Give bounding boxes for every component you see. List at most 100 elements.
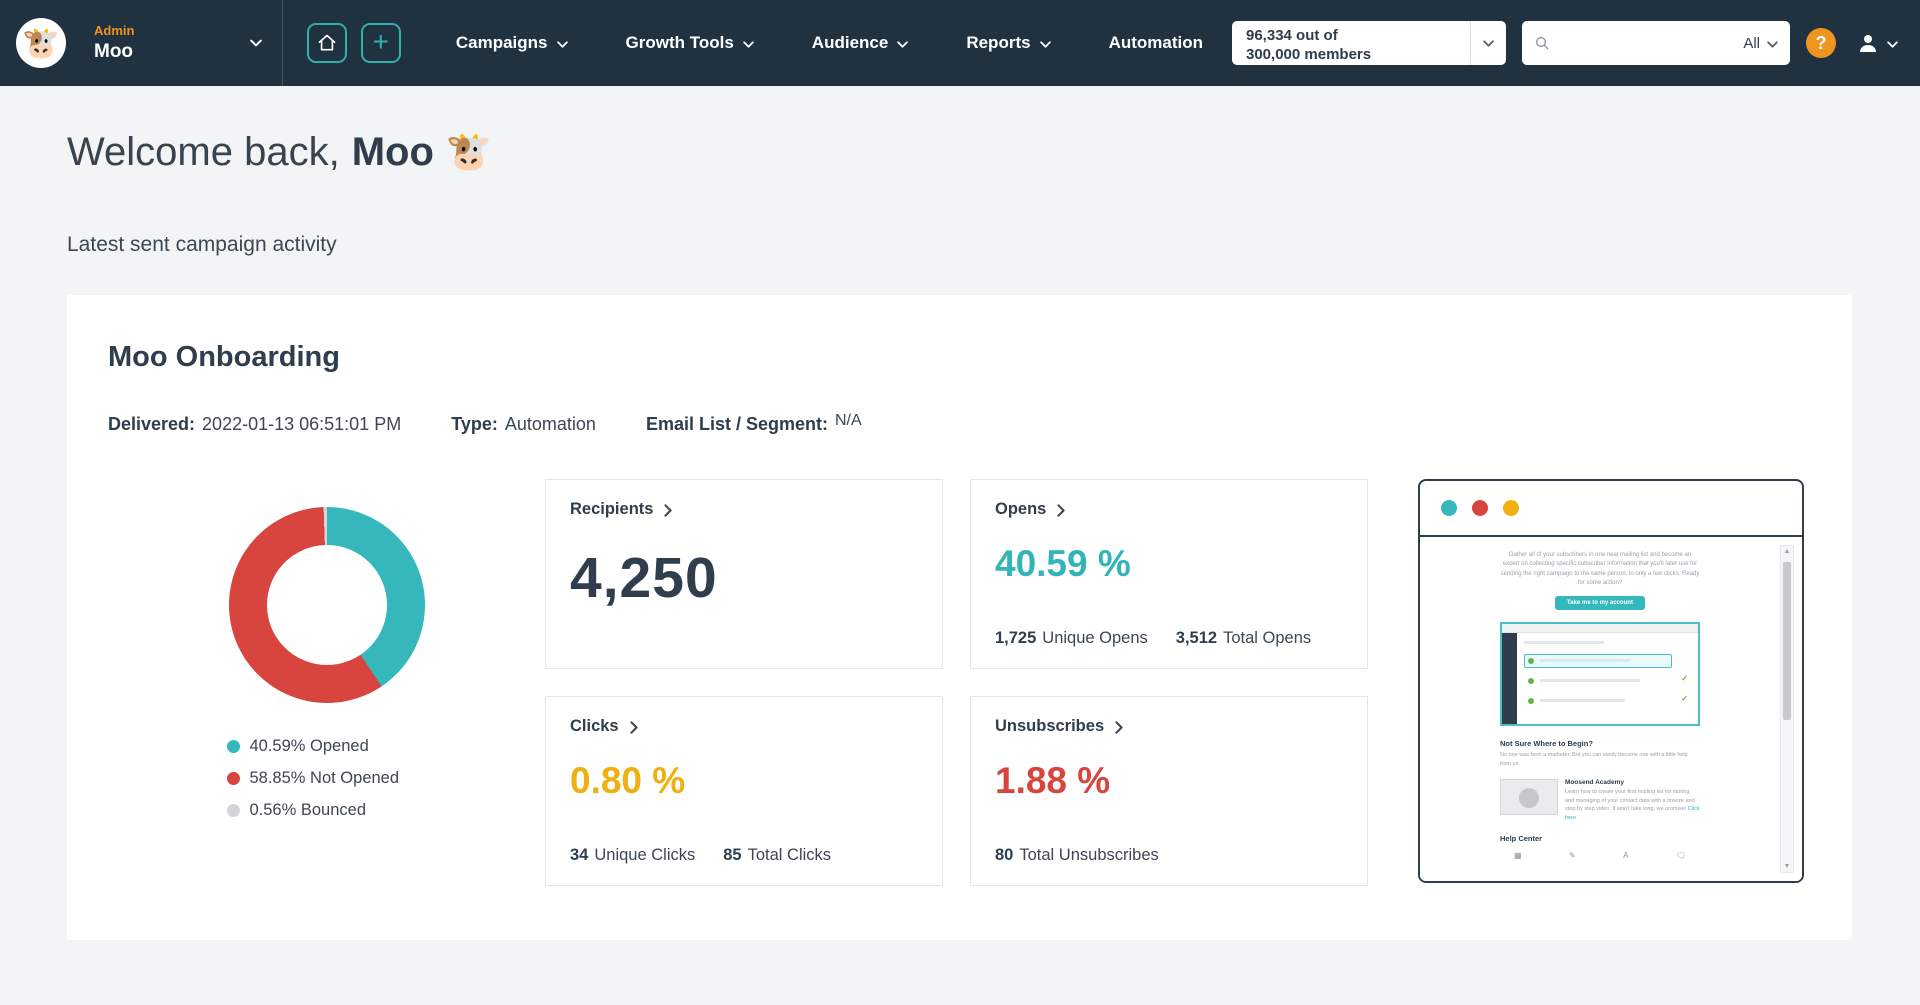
recipients-value: 4,250 [570, 546, 718, 610]
account-name: Moo [94, 41, 134, 62]
chat-icon: 🗨 [1675, 851, 1686, 861]
stats-grid: Recipients 4,250 Opens 40.59 % 1,725 Uniq… [545, 479, 1368, 886]
stat-label: Opens [995, 500, 1047, 518]
text-icon: A [1623, 851, 1629, 861]
profile-menu[interactable] [1856, 31, 1898, 55]
meta-type-label: Type: [451, 414, 498, 434]
scroll-up-icon[interactable]: ▲ [1784, 548, 1791, 555]
chevron-down-icon [1887, 40, 1898, 48]
unique-clicks-count: 34 [570, 846, 589, 864]
home-button[interactable] [306, 23, 347, 63]
clicks-link[interactable]: Clicks [570, 717, 638, 736]
email-section1-text: No one was born a marketer. But you can … [1500, 752, 1688, 767]
section-subtitle: Latest sent campaign activity [67, 233, 337, 256]
chevron-right-icon [629, 720, 638, 734]
unsubscribes-link[interactable]: Unsubscribes [995, 717, 1123, 736]
legend-label: 58.85% Not Opened [249, 769, 400, 787]
members-quota-dropdown[interactable]: 96,334 out of 300,000 members [1232, 21, 1506, 65]
total-unsubscribes-label: Total Unsubscribes [1019, 846, 1159, 864]
stat-label: Recipients [570, 500, 654, 518]
email-section2-text: Learn how to create your first mailing l… [1565, 789, 1695, 813]
search-scope-label: All [1743, 34, 1760, 52]
page-title: Welcome back, Moo 🐮 [67, 130, 1852, 175]
welcome-name: Moo [351, 130, 434, 174]
nav-item-reports[interactable]: Reports [937, 0, 1079, 86]
meta-delivered-value: 2022-01-13 06:51:01 PM [202, 414, 402, 434]
opens-rate-value: 40.59 % [995, 543, 1131, 584]
email-screenshot: ✓ ✓ [1500, 622, 1700, 727]
nav-item-label: Growth Tools [625, 33, 734, 52]
legend-label: 40.59% Opened [249, 737, 369, 755]
meta-delivered: Delivered: 2022-01-13 06:51:01 PM [108, 414, 401, 435]
chevron-down-icon [743, 40, 754, 48]
meta-segment-label: Email List / Segment: [645, 414, 828, 434]
email-intro-text: Gather all of your subscribers in one ne… [1500, 552, 1700, 586]
chevron-down-icon [556, 40, 568, 48]
meta-type: Type: Automation [451, 414, 596, 435]
chevron-down-icon [250, 39, 262, 47]
total-clicks-label: Total Clicks [747, 846, 832, 864]
account-switcher[interactable]: Admin Moo [94, 0, 282, 86]
preview-scrollbar[interactable]: ▲ ▼ [1780, 545, 1794, 873]
legend-dot [226, 772, 240, 785]
unsubscribes-substats: 80 Total Unsubscribes [995, 846, 1343, 865]
campaign-preview-panel[interactable]: Gather all of your subscribers in one ne… [1418, 479, 1804, 883]
app-logo[interactable]: 🐮 [16, 18, 66, 68]
chevron-down-icon [1039, 40, 1051, 48]
scrollbar-thumb[interactable] [1783, 562, 1791, 720]
scroll-down-icon[interactable]: ▼ [1784, 863, 1791, 870]
total-unsubscribes-count: 80 [995, 846, 1014, 864]
recipients-stat-box: Recipients 4,250 [545, 479, 943, 669]
legend-label: 0.56% Bounced [249, 801, 367, 819]
nav-item-label: Automation [1108, 33, 1203, 52]
stat-label: Unsubscribes [995, 717, 1105, 735]
nav-item-growth-tools[interactable]: Growth Tools [597, 0, 783, 86]
total-opens-label: Total Opens [1223, 629, 1312, 647]
meta-delivered-label: Delivered: [108, 414, 196, 434]
question-mark-icon: ? [1815, 32, 1827, 53]
opens-link[interactable]: Opens [995, 500, 1065, 519]
cow-emoji-icon: 🐮 [445, 131, 492, 172]
legend-item-not-opened: 58.85% Not Opened [226, 769, 427, 788]
chevron-right-icon [1115, 720, 1123, 734]
legend-dot [226, 804, 240, 817]
welcome-prefix: Welcome back, [67, 130, 340, 174]
nav-item-label: Audience [811, 33, 889, 52]
search-scope-select[interactable]: All [1743, 35, 1778, 52]
clicks-substats: 34 Unique Clicks 85 Total Clicks [570, 846, 918, 865]
help-button[interactable]: ? [1806, 28, 1836, 58]
user-icon [1856, 31, 1880, 55]
members-quota-line1: 96,334 out of [1246, 27, 1338, 44]
chart-legend: 40.59% Opened 58.85% Not Opened 0.56% Bo… [226, 737, 427, 820]
members-quota-line2: 300,000 members [1246, 45, 1372, 63]
donut-chart [228, 507, 425, 703]
email-section2-title: Moosend Academy [1565, 779, 1624, 787]
search-icon [1534, 35, 1550, 51]
campaign-activity-card: Moo Onboarding Delivered: 2022-01-13 06:5… [67, 295, 1852, 940]
unsubscribes-stat-box: Unsubscribes 1.88 % 80 Total Unsubscribes [970, 696, 1368, 886]
open-rate-chart-column: 40.59% Opened 58.85% Not Opened 0.56% Bo… [108, 479, 545, 820]
nav-item-automation[interactable]: Automation [1080, 0, 1232, 86]
top-navbar: 🐮 Admin Moo + Campaigns Growth Tools Aud… [0, 0, 1920, 86]
stat-label: Clicks [570, 717, 619, 735]
home-icon [317, 33, 337, 53]
email-content: Gather all of your subscribers in one ne… [1500, 551, 1700, 860]
global-search: All [1522, 21, 1790, 65]
recipients-link[interactable]: Recipients [570, 500, 673, 519]
create-new-button[interactable]: + [360, 23, 401, 63]
chevron-down-icon [1470, 21, 1506, 65]
video-thumbnail [1500, 779, 1558, 816]
account-role: Admin [94, 23, 135, 38]
browser-dot-icon [1503, 500, 1519, 516]
meta-segment: Email List / Segment: N/A [645, 412, 862, 435]
nav-item-campaigns[interactable]: Campaigns [427, 0, 597, 86]
clicks-rate-value: 0.80 % [570, 760, 686, 801]
email-academy-block: Moosend Academy Learn how to create your… [1500, 779, 1700, 822]
search-input[interactable] [1558, 34, 1744, 52]
legend-dot [226, 740, 240, 753]
nav-item-label: Reports [966, 33, 1031, 52]
email-section1-title: Not Sure Where to Begin? [1500, 739, 1593, 749]
meta-type-value: Automation [504, 414, 596, 434]
nav-item-audience[interactable]: Audience [783, 0, 938, 86]
legend-item-bounced: 0.56% Bounced [226, 801, 427, 820]
